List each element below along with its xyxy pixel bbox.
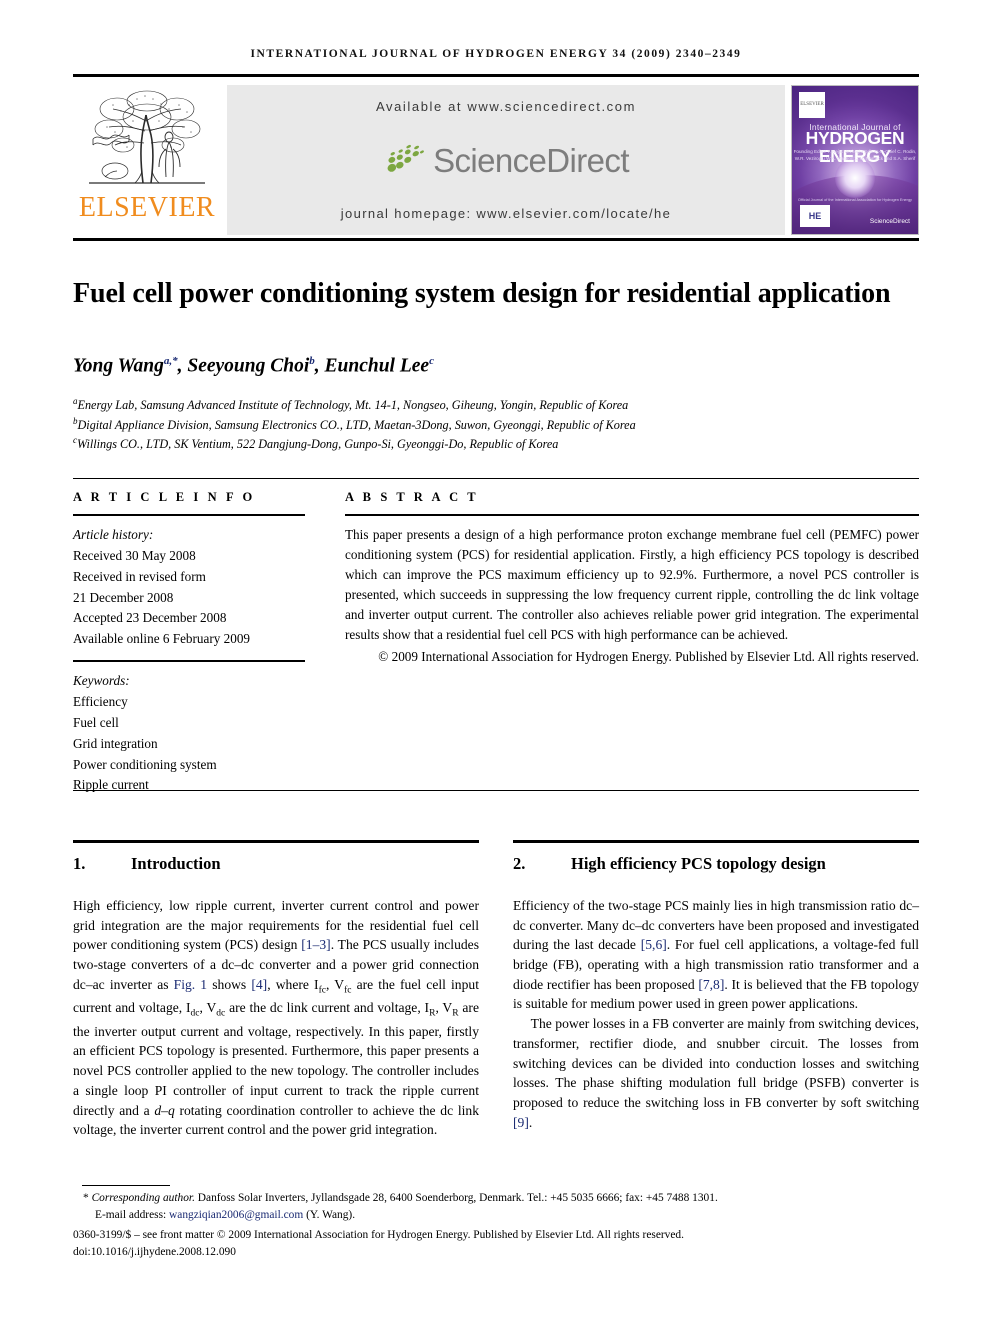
footnote-rule [82, 1185, 170, 1186]
author-sup: a,* [163, 355, 178, 367]
section-title: High efficiency PCS topology design [571, 854, 826, 873]
elsevier-tree-icon [83, 87, 211, 193]
section-heading-topology: 2. High efficiency PCS topology design [513, 852, 919, 876]
available-at-text: Available at www.sciencedirect.com [375, 99, 637, 114]
paragraph: Efficiency of the two-stage PCS mainly l… [513, 897, 919, 1012]
article-info-column: A R T I C L E I N F O Article history: R… [73, 490, 305, 796]
sciencedirect-leaves-icon [383, 141, 429, 182]
citation-ref[interactable]: [1–3] [301, 937, 330, 952]
section-title: Introduction [131, 854, 221, 873]
header-top-rule [73, 74, 919, 77]
corresponding-text: Danfoss Solar Inverters, Jyllandsgade 28… [194, 1192, 718, 1204]
affiliation-text: Energy Lab, Samsung Advanced Institute o… [77, 398, 629, 413]
cover-editors: Founding Editor T. Nejat Veziroglu Edito… [793, 149, 917, 162]
abstract-divider [345, 514, 919, 516]
history-item: Available online 6 February 2009 [73, 631, 251, 647]
keyword-item: Power conditioning system [73, 756, 217, 772]
keywords-label: Keywords: [73, 673, 130, 689]
info-bottom-rule [73, 790, 919, 791]
affiliation-item: bDigital Appliance Division, Samsung Ele… [73, 415, 903, 435]
history-item: Received in revised form [73, 568, 206, 584]
page-footer: * Corresponding author. Danfoss Solar In… [73, 1190, 919, 1261]
issn-line: 0360-3199/$ – see front matter © 2009 In… [73, 1228, 684, 1241]
email-suffix: (Y. Wang). [306, 1209, 356, 1222]
author-name: Seeyoung Choi [187, 355, 310, 377]
elsevier-wordmark: ELSEVIER [78, 192, 216, 223]
affiliation-text: Digital Appliance Division, Samsung Elec… [77, 417, 636, 432]
journal-header: ELSEVIER Available at www.sciencedirect.… [73, 85, 919, 235]
article-info-divider [73, 514, 305, 516]
body-column-left: 1. Introduction High efficiency, low rip… [73, 852, 479, 1140]
email-note: E-mail address: wangziqian2006@gmail.com… [95, 1207, 919, 1224]
citation-ref[interactable]: [4] [251, 977, 267, 992]
doi-line: doi:10.1016/j.ijhydene.2008.12.090 [73, 1245, 236, 1258]
figure-ref[interactable]: Fig. 1 [174, 977, 207, 992]
email-label: E-mail address: [95, 1209, 167, 1222]
affiliation-item: aEnergy Lab, Samsung Advanced Institute … [73, 395, 903, 415]
history-item: 21 December 2008 [73, 589, 174, 605]
citation-ref[interactable]: [9] [513, 1115, 529, 1130]
paragraph: The power losses in a FB converter are m… [513, 1016, 919, 1130]
body-column-right: 2. High efficiency PCS topology design E… [513, 852, 919, 1132]
journal-homepage-text: journal homepage: www.elsevier.com/locat… [340, 206, 672, 221]
keyword-item: Ripple current [73, 777, 149, 793]
header-bottom-rule [73, 238, 919, 241]
author-name: Yong Wang [73, 355, 164, 377]
paragraph: High efficiency, low ripple current, inv… [73, 897, 479, 1138]
keywords-divider [73, 660, 305, 663]
affiliation-item: cWillings CO., LTD, SK Ventium, 522 Dang… [73, 434, 903, 454]
abstract-body: This paper presents a design of a high p… [345, 527, 919, 643]
left-column-rule [73, 840, 479, 843]
affiliation-text: Willings CO., LTD, SK Ventium, 522 Dangj… [77, 437, 559, 452]
paper-page: INTERNATIONAL JOURNAL OF HYDROGEN ENERGY… [0, 0, 992, 1323]
sciencedirect-logo: ScienceDirect [383, 141, 629, 182]
journal-cover-image: ELSEVIER International Journal of HYDROG… [791, 85, 919, 235]
email-link[interactable]: wangziqian2006@gmail.com [169, 1209, 303, 1221]
article-history: Article history: Received 30 May 2008 Re… [73, 525, 305, 650]
cover-badge: HE [800, 205, 830, 227]
abstract-copyright: © 2009 International Association for Hyd… [378, 649, 919, 665]
section-heading-introduction: 1. Introduction [73, 852, 479, 876]
author-list: Yong Wanga,*, Seeyoung Choib, Eunchul Le… [73, 355, 434, 377]
info-top-rule [73, 478, 919, 479]
right-column-rule [513, 840, 919, 843]
abstract-heading: A B S T R A C T [345, 490, 479, 504]
author-sup: c [429, 355, 434, 367]
history-item: Accepted 23 December 2008 [73, 610, 227, 626]
section-number: 2. [513, 854, 526, 873]
keywords-block: Keywords: Efficiency Fuel cell Grid inte… [73, 671, 305, 796]
keyword-item: Fuel cell [73, 714, 119, 730]
elsevier-logo: ELSEVIER [73, 85, 221, 235]
article-history-label: Article history: [73, 527, 154, 542]
history-item: Received 30 May 2008 [73, 547, 196, 563]
cover-elsevier-mark: ELSEVIER [799, 92, 825, 118]
keyword-item: Efficiency [73, 694, 128, 710]
author-name: Eunchul Lee [324, 355, 430, 377]
sciencedirect-wordmark: ScienceDirect [433, 142, 629, 179]
corresponding-marker: * [83, 1192, 89, 1204]
cover-sciencedirect-mark: ScienceDirect [869, 218, 910, 225]
section-number: 1. [73, 854, 86, 873]
corresponding-label: Corresponding author. [91, 1192, 195, 1204]
abstract-column: A B S T R A C T This paper presents a de… [345, 490, 919, 667]
page-title: Fuel cell power conditioning system desi… [73, 277, 891, 309]
affiliation-list: aEnergy Lab, Samsung Advanced Institute … [73, 395, 903, 454]
sciencedirect-band: Available at www.sciencedirect.com Scien… [227, 85, 785, 235]
citation-ref[interactable]: [7,8] [698, 977, 724, 992]
running-head: INTERNATIONAL JOURNAL OF HYDROGEN ENERGY… [250, 48, 742, 60]
article-info-heading: A R T I C L E I N F O [73, 490, 256, 504]
author-sup: b [309, 355, 315, 367]
keyword-item: Grid integration [73, 735, 158, 751]
cover-footnote: Official Journal of the International As… [798, 198, 912, 202]
citation-ref[interactable]: [5,6] [641, 937, 667, 952]
corresponding-author-note: * Corresponding author. Danfoss Solar In… [83, 1190, 919, 1207]
